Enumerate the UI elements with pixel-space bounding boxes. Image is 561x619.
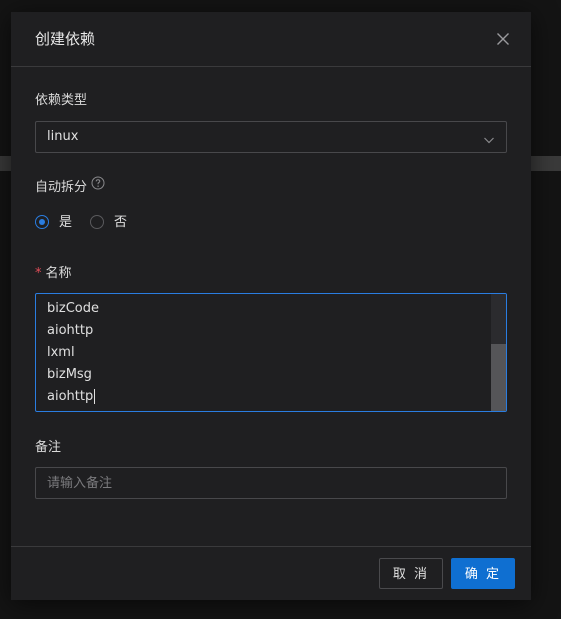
- close-icon[interactable]: [494, 30, 512, 48]
- textarea-line: aiohttp: [47, 389, 94, 404]
- confirm-button[interactable]: 确 定: [451, 558, 515, 589]
- chevron-down-icon: [483, 131, 495, 150]
- remark-input[interactable]: [47, 473, 487, 493]
- radio-checked-icon: [35, 215, 49, 229]
- textarea-last-line: aiohttp: [47, 386, 99, 408]
- background-table-strip: [0, 156, 11, 171]
- name-label-row: * 名称: [35, 265, 72, 283]
- name-textarea[interactable]: bizCode aiohttp lxml bizMsg aiohttp: [35, 293, 507, 412]
- modal-footer: 取 消 确 定: [11, 546, 531, 601]
- cancel-button[interactable]: 取 消: [379, 558, 443, 589]
- remark-input-box: [35, 467, 507, 499]
- auto-split-yes-radio[interactable]: 是: [35, 213, 79, 233]
- dependency-type-select[interactable]: linux: [35, 121, 507, 153]
- radio-label-yes: 是: [59, 215, 73, 230]
- textarea-line: bizCode: [47, 301, 99, 316]
- remark-label: 备注: [35, 440, 62, 455]
- radio-label-no: 否: [114, 215, 128, 230]
- required-mark: *: [35, 266, 42, 281]
- auto-split-label: 自动拆分: [35, 180, 88, 195]
- textarea-line: aiohttp: [47, 323, 94, 338]
- textarea-line: lxml: [47, 345, 75, 360]
- text-caret: [94, 389, 96, 404]
- background-table-strip: [531, 156, 561, 171]
- auto-split-no-radio[interactable]: 否: [90, 213, 134, 233]
- modal-title: 创建依赖: [35, 30, 96, 48]
- dependency-type-value: linux: [47, 129, 79, 144]
- textarea-line: bizMsg: [47, 367, 92, 382]
- name-textarea-content: bizCode aiohttp lxml bizMsg aiohttp: [47, 298, 99, 408]
- question-circle-icon[interactable]: [91, 176, 105, 196]
- auto-split-label-row: 自动拆分: [35, 176, 105, 197]
- name-label: 名称: [45, 266, 72, 281]
- dependency-type-label: 依赖类型: [35, 93, 88, 108]
- textarea-scrollbar-thumb[interactable]: [491, 344, 506, 411]
- modal-header: 创建依赖: [11, 12, 531, 67]
- radio-unchecked-icon: [90, 215, 104, 229]
- create-dependency-modal: 创建依赖 依赖类型 linux 自动拆分 是 否 * 名称 bizCode ai…: [11, 12, 531, 600]
